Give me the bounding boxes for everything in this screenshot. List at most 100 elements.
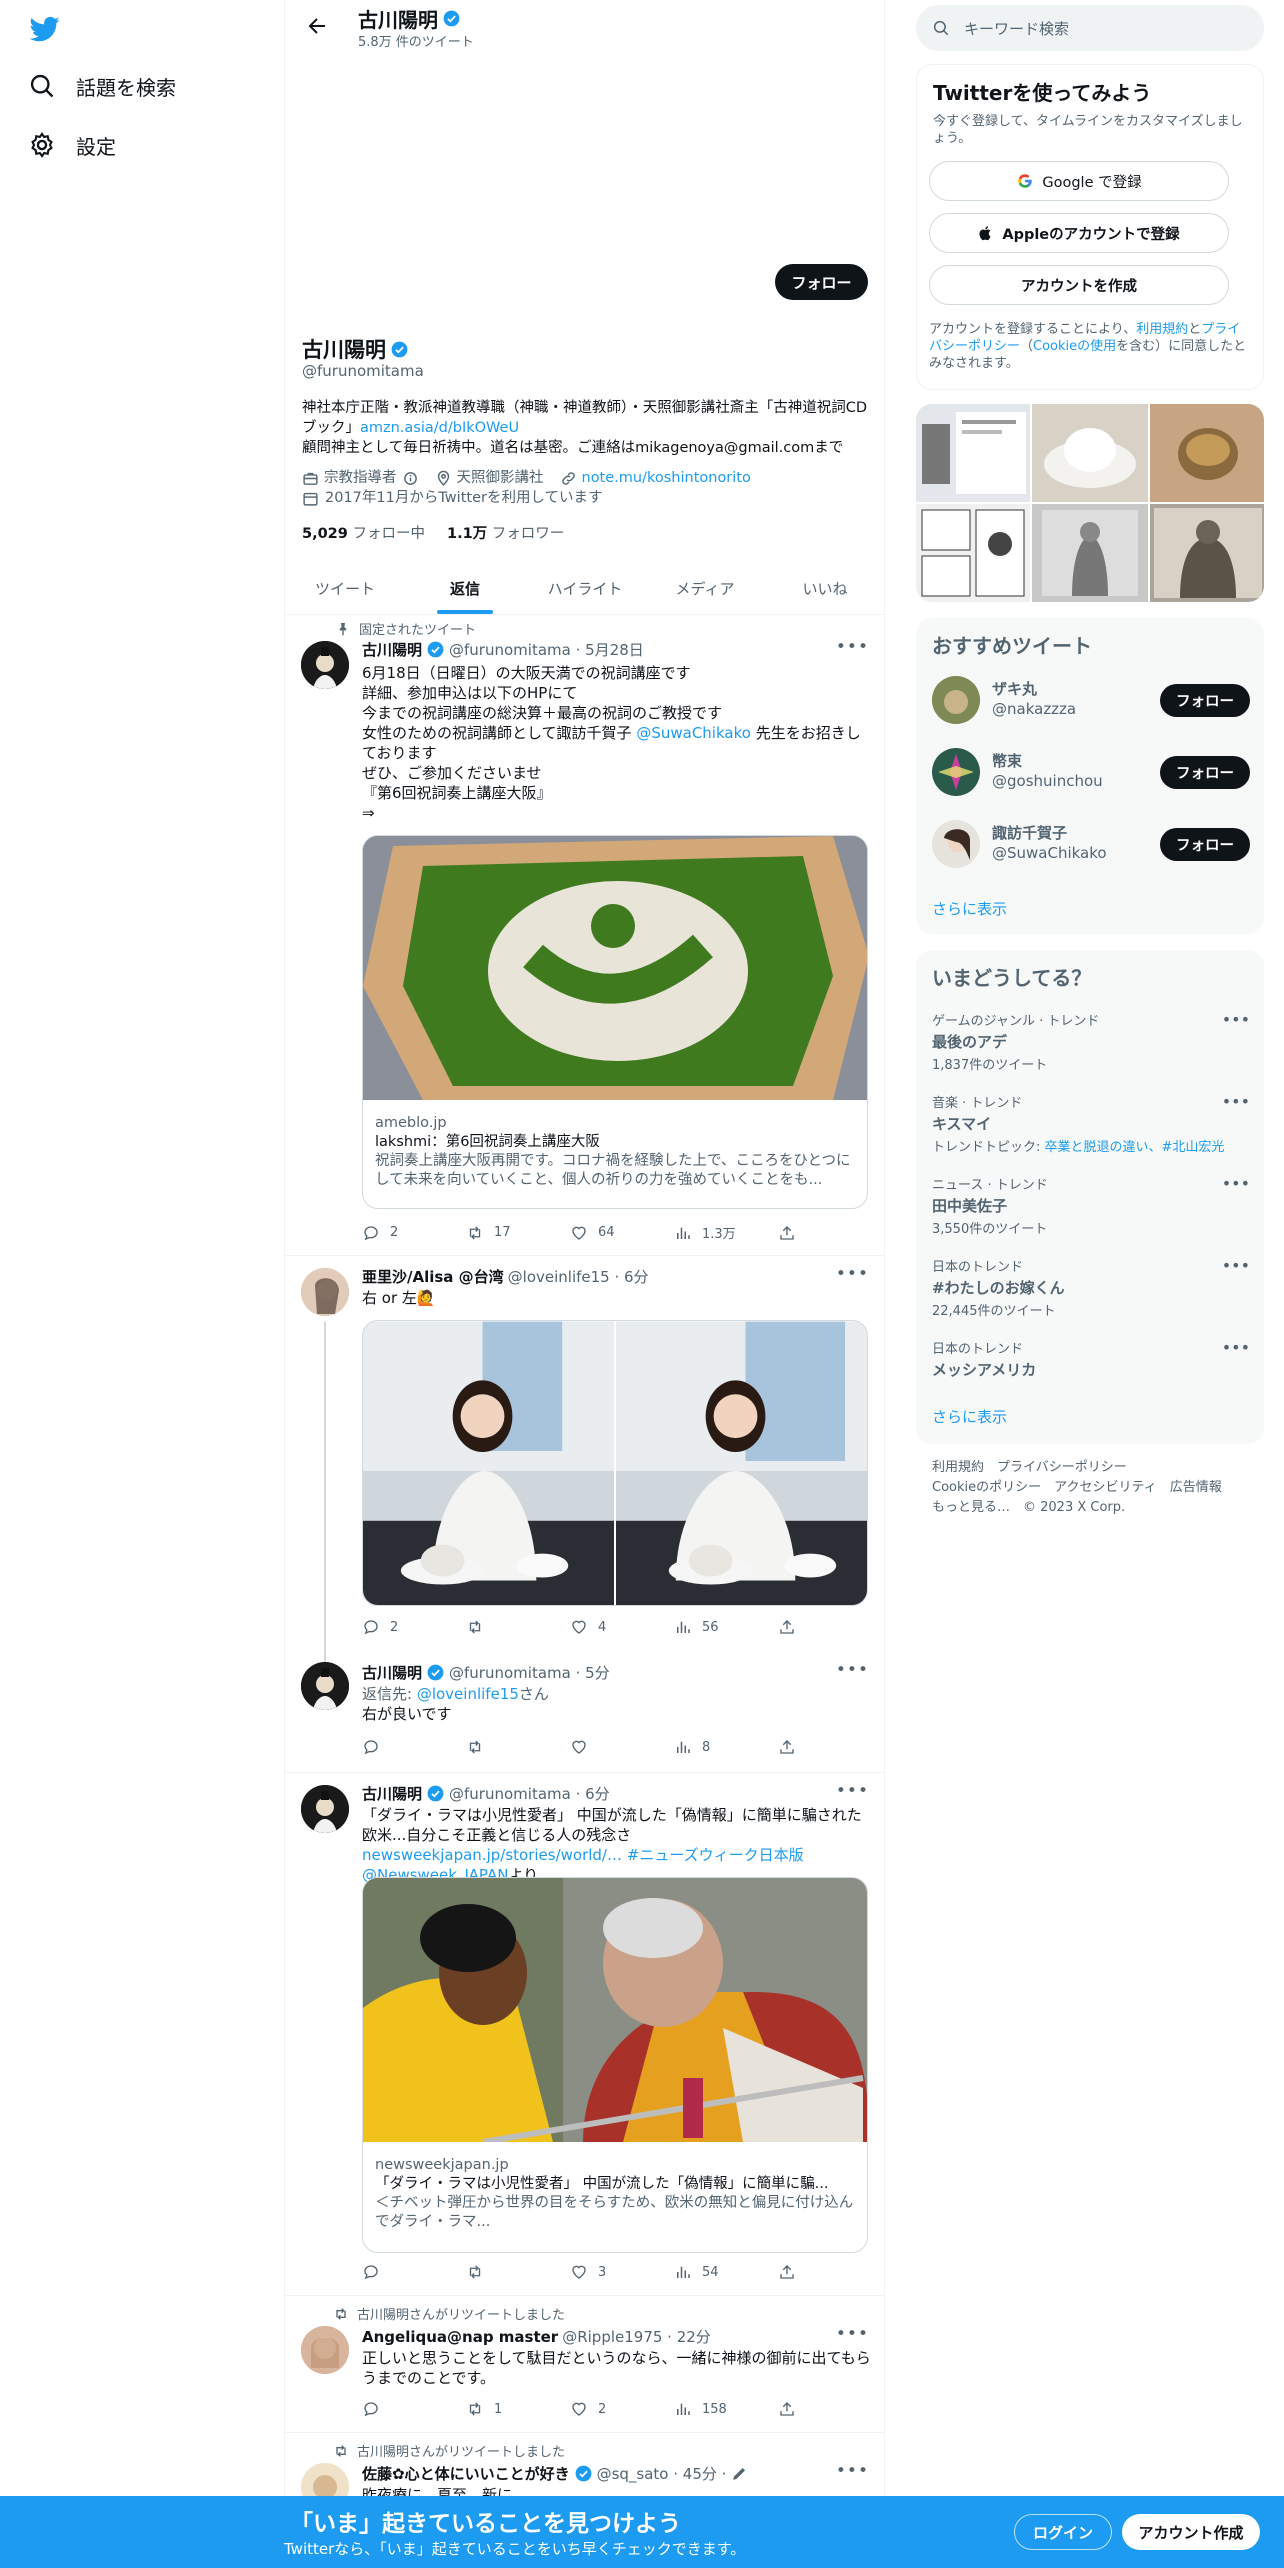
tweet-photo-left[interactable] xyxy=(363,1321,614,1606)
retweet-button[interactable] xyxy=(466,1618,546,1636)
show-more-link[interactable]: さらに表示 xyxy=(932,898,1007,919)
mention-link[interactable]: @SuwaChikako xyxy=(636,724,751,742)
more-icon[interactable]: ••• xyxy=(836,1781,869,1801)
more-icon[interactable]: ••• xyxy=(836,2324,869,2344)
media-thumb[interactable] xyxy=(1032,504,1148,602)
footer-line[interactable]: もっと見る… © 2023 X Corp. xyxy=(932,1498,1222,1518)
nav-settings[interactable]: 設定 xyxy=(28,127,116,163)
author-name[interactable]: 古川陽明 xyxy=(362,639,422,660)
more-icon[interactable]: ••• xyxy=(836,637,869,657)
google-signup-button[interactable]: Google で登録 xyxy=(929,161,1229,201)
more-icon[interactable]: ••• xyxy=(836,1264,869,1284)
tweet-photo-right[interactable] xyxy=(616,1321,867,1606)
avatar[interactable] xyxy=(301,1268,349,1316)
share-button[interactable] xyxy=(778,1618,802,1636)
views-button[interactable]: 8 xyxy=(674,1738,754,1756)
author-name[interactable]: 亜里沙/Alisa @台湾 xyxy=(362,1266,504,1287)
search-input[interactable]: キーワード検索 xyxy=(916,5,1264,51)
follow-button[interactable]: フォロー xyxy=(1160,828,1250,861)
like-button[interactable]: 3 xyxy=(570,2263,650,2281)
following-stat[interactable]: 5,029 フォロー中 xyxy=(302,522,425,543)
views-button[interactable]: 56 xyxy=(674,1618,754,1636)
retweet-button[interactable] xyxy=(466,2263,546,2281)
views-button[interactable]: 158 xyxy=(674,2400,754,2418)
author-name[interactable]: Angeliqua@nap master xyxy=(362,2328,558,2346)
followers-stat[interactable]: 1.1万 フォロワー xyxy=(447,522,564,543)
avatar[interactable] xyxy=(301,1785,349,1833)
article-link[interactable]: newsweekjapan.jp/stories/world/… xyxy=(362,1846,622,1864)
tab-likes[interactable]: いいね xyxy=(765,562,885,614)
avatar[interactable] xyxy=(301,641,349,689)
tweet-pinned[interactable]: 固定されたツイート 古川陽明 @furunomitama · 5月28日 •••… xyxy=(285,615,885,1255)
tab-highlights[interactable]: ハイライト xyxy=(525,562,645,614)
login-button[interactable]: ログイン xyxy=(1014,2514,1112,2550)
footer-line[interactable]: Cookieのポリシー アクセシビリティ 広告情報 xyxy=(932,1478,1222,1498)
link-card[interactable]: newsweekjapan.jp 「ダライ・ラマは小児性愛者」 中国が流した「偽… xyxy=(362,1877,868,2253)
website-link[interactable]: note.mu/koshintonorito xyxy=(582,468,751,488)
twitter-bird-icon[interactable] xyxy=(28,14,62,44)
media-thumb[interactable] xyxy=(1150,404,1264,502)
views-button[interactable]: 54 xyxy=(674,2263,754,2281)
more-icon[interactable]: ••• xyxy=(1222,1010,1250,1029)
avatar[interactable] xyxy=(301,2463,349,2496)
like-button[interactable] xyxy=(570,1738,650,1756)
more-icon[interactable]: ••• xyxy=(1222,1256,1250,1275)
trend-topic-link[interactable]: 卒業と脱退の違い、#北山宏光 xyxy=(1045,1140,1225,1155)
like-button[interactable]: 2 xyxy=(570,2400,650,2418)
more-icon[interactable]: ••• xyxy=(1222,1092,1250,1111)
follow-button[interactable]: フォロー xyxy=(775,264,868,300)
hashtag-link[interactable]: #ニューズウィーク日本版 xyxy=(622,1846,804,1864)
tweet-news[interactable]: 古川陽明 @furunomitama · 6分 ••• 「ダライ・ラマは小児性愛… xyxy=(285,1773,885,2295)
info-icon[interactable] xyxy=(402,470,419,487)
reply-button[interactable] xyxy=(362,2263,442,2281)
reply-button[interactable] xyxy=(362,2400,442,2418)
recommended-user[interactable]: 幣束 @goshuinchou フォロー xyxy=(932,744,1250,800)
cookie-link[interactable]: Cookieの使用 xyxy=(1033,339,1116,354)
retweet-button[interactable] xyxy=(466,1738,546,1756)
author-name[interactable]: 佐藤✿心と体にいいことが好き xyxy=(362,2463,570,2484)
author-name[interactable]: 古川陽明 xyxy=(362,1783,422,1804)
retweet-button[interactable]: 17 xyxy=(466,1223,546,1242)
footer-line[interactable]: 利用規約 プライバシーポリシー xyxy=(932,1458,1222,1478)
views-button[interactable]: 1.3万 xyxy=(674,1223,754,1242)
profile-website[interactable]: note.mu/koshintonorito xyxy=(560,468,751,488)
create-account-button[interactable]: アカウントを作成 xyxy=(929,265,1229,305)
share-button[interactable] xyxy=(778,1738,802,1756)
trend-item[interactable]: 日本のトレンド メッシアメリカ ••• xyxy=(932,1338,1250,1380)
like-button[interactable]: 64 xyxy=(570,1223,650,1242)
reply-to-link[interactable]: @loveinlife15 xyxy=(417,1685,519,1703)
share-button[interactable] xyxy=(778,2263,802,2281)
back-arrow-icon[interactable] xyxy=(305,14,329,38)
tab-replies[interactable]: 返信 xyxy=(405,562,525,614)
tweet-retweeted-partial[interactable]: 古川陽明さんがリツイートしました 佐藤✿心と体にいいことが好き @sq_sato… xyxy=(285,2433,885,2496)
reply-button[interactable]: 2 xyxy=(362,1618,442,1636)
media-thumb[interactable] xyxy=(916,404,1030,502)
trend-item[interactable]: 日本のトレンド #わたしのお嫁くん 22,445件のツイート ••• xyxy=(932,1256,1250,1319)
avatar[interactable] xyxy=(301,1662,349,1710)
tab-tweets[interactable]: ツイート xyxy=(285,562,405,614)
tweet-retweeted[interactable]: 古川陽明さんがリツイートしました Angeliqua@nap master @R… xyxy=(285,2296,885,2432)
retweet-button[interactable]: 1 xyxy=(466,2400,546,2418)
reply-button[interactable] xyxy=(362,1738,442,1756)
share-button[interactable] xyxy=(778,1223,802,1242)
recommended-user[interactable]: 諏訪千賀子 @SuwaChikako フォロー xyxy=(932,816,1250,872)
media-thumb[interactable] xyxy=(1150,504,1264,602)
author-name[interactable]: 古川陽明 xyxy=(362,1662,422,1683)
nav-explore[interactable]: 話題を検索 xyxy=(28,68,176,104)
signup-button[interactable]: アカウント作成 xyxy=(1122,2514,1260,2550)
trend-item[interactable]: 音楽 · トレンド キスマイ トレンドトピック: 卒業と脱退の違い、#北山宏光 … xyxy=(932,1092,1250,1155)
trend-item[interactable]: ニュース · トレンド 田中美佐子 3,550件のツイート ••• xyxy=(932,1174,1250,1237)
terms-link[interactable]: 利用規約 xyxy=(1136,322,1188,337)
more-icon[interactable]: ••• xyxy=(1222,1174,1250,1193)
tweet-reply[interactable]: 古川陽明 @furunomitama · 5分 ••• 返信先: @lovein… xyxy=(285,1660,885,1772)
tweet-thread-parent[interactable]: 亜里沙/Alisa @台湾 @loveinlife15 · 6分 ••• 右 o… xyxy=(285,1256,885,1662)
more-icon[interactable]: ••• xyxy=(1222,1338,1250,1357)
trend-item[interactable]: ゲームのジャンル · トレンド 最後のアデ 1,837件のツイート ••• xyxy=(932,1010,1250,1073)
reply-button[interactable]: 2 xyxy=(362,1223,442,1242)
avatar[interactable] xyxy=(301,2326,349,2374)
like-button[interactable]: 4 xyxy=(570,1618,650,1636)
link-card[interactable]: ameblo.jp lakshmi：第6回祝詞奏上講座大阪 祝詞奏上講座大阪再開… xyxy=(362,835,868,1209)
more-icon[interactable]: ••• xyxy=(836,2461,869,2481)
show-more-link[interactable]: さらに表示 xyxy=(932,1406,1007,1427)
media-thumb[interactable] xyxy=(1032,404,1148,502)
